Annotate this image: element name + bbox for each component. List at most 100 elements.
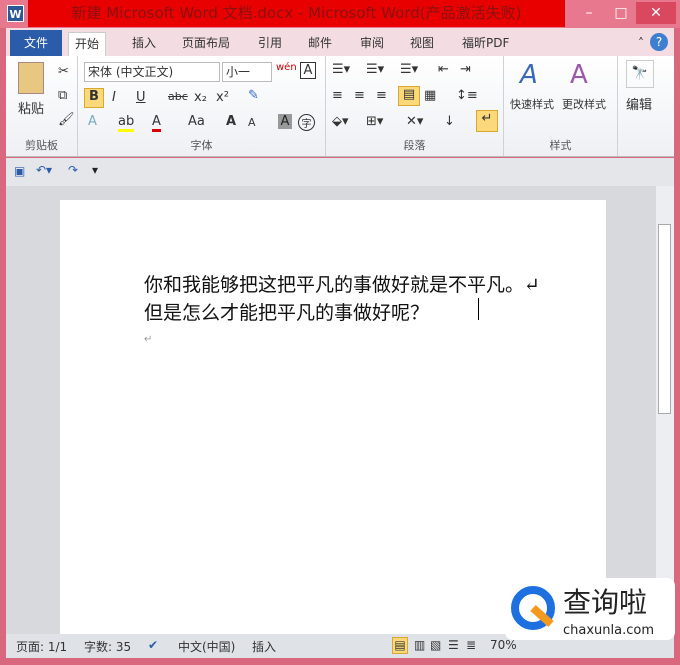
shrink-font-button[interactable]: A	[248, 116, 256, 129]
tab-home[interactable]: 开始	[68, 32, 107, 56]
phonetic-guide-icon[interactable]: wén	[276, 62, 297, 73]
title-bar: W 新建 Microsoft Word 文档.docx - Microsoft …	[0, 0, 680, 28]
align-center-icon[interactable]: ≡	[354, 88, 365, 103]
tab-references[interactable]: 引用	[252, 32, 288, 56]
underline-button[interactable]: U	[136, 90, 146, 105]
decrease-indent-icon[interactable]: ⇤	[438, 62, 449, 77]
help-icon[interactable]: ?	[650, 33, 668, 51]
asian-layout-icon[interactable]: ✕▾	[406, 114, 423, 129]
change-styles-button[interactable]: 更改样式	[562, 96, 606, 112]
highlight-icon[interactable]: ab	[118, 114, 135, 132]
justify-icon[interactable]: ▤	[398, 86, 420, 106]
customize-qat-icon[interactable]: ▾	[92, 163, 98, 177]
grow-font-button[interactable]: A	[226, 114, 236, 129]
strikethrough-button[interactable]: abc	[168, 90, 188, 103]
minimize-button[interactable]: –	[574, 2, 604, 24]
editing-button[interactable]: 编辑	[626, 94, 652, 113]
tab-review[interactable]: 审阅	[354, 32, 390, 56]
insert-mode[interactable]: 插入	[252, 638, 276, 655]
change-case-button[interactable]: Aa	[188, 114, 205, 129]
word-app-icon[interactable]: W	[7, 5, 24, 22]
font-group: 宋体 (中文正文) 小一 wén A B I U abc x₂ x² ✎ A a…	[78, 56, 326, 156]
svg-text:chaxunla.com: chaxunla.com	[563, 623, 654, 638]
subscript-button[interactable]: x₂	[194, 90, 207, 105]
increase-indent-icon[interactable]: ⇥	[460, 62, 471, 77]
numbering-icon[interactable]: ☰▾	[366, 62, 384, 77]
proofing-icon[interactable]: ✔	[148, 638, 158, 652]
italic-button[interactable]: I	[112, 90, 116, 105]
quick-access-toolbar: ▣ ↶▾ ↷ ▾	[6, 158, 674, 186]
font-label: 字体	[190, 139, 213, 152]
quick-styles-icon[interactable]: A	[520, 60, 538, 90]
bold-button[interactable]: B	[84, 88, 104, 108]
line-spacing-icon[interactable]: ↕≡	[456, 88, 478, 103]
format-painter-icon[interactable]: 🖌	[58, 112, 75, 127]
word-count[interactable]: 字数: 35	[84, 638, 131, 655]
outline-icon[interactable]: ☰	[448, 638, 459, 652]
paragraph-mark-icon: ↵	[144, 334, 153, 345]
styles-group: A A 快速样式 更改样式 样式	[504, 56, 618, 156]
quick-styles-button[interactable]: 快速样式	[510, 96, 554, 112]
tab-view[interactable]: 视图	[404, 32, 440, 56]
clear-formatting-icon[interactable]: ✎	[248, 88, 259, 103]
superscript-button[interactable]: x²	[216, 90, 229, 105]
show-marks-icon[interactable]: ↵	[476, 110, 498, 132]
enclose-char-button[interactable]: 字	[298, 114, 315, 131]
web-layout-icon[interactable]: ▧	[430, 638, 441, 652]
document-line-1[interactable]: 你和我能够把这把平凡的事做好就是不平凡。↵	[144, 270, 540, 297]
svg-text:查询啦: 查询啦	[563, 586, 647, 619]
tab-foxit-pdf[interactable]: 福昕PDF	[456, 32, 515, 56]
document-area: 你和我能够把这把平凡的事做好就是不平凡。↵ 但是怎么才能把平凡的事做好呢？ ↵	[6, 186, 656, 640]
distributed-icon[interactable]: ▦	[424, 88, 436, 103]
change-styles-icon[interactable]: A	[570, 60, 588, 90]
paragraph-label: 段落	[403, 139, 426, 152]
align-left-icon[interactable]: ≡	[332, 88, 343, 103]
cut-icon[interactable]: ✂	[58, 64, 69, 79]
text-cursor	[478, 298, 479, 320]
ribbon-tabs: 文件 开始 插入 页面布局 引用 邮件 审阅 视图 福昕PDF ˄ ?	[6, 28, 674, 56]
redo-icon[interactable]: ↷	[68, 163, 78, 177]
collapse-ribbon-icon[interactable]: ˄	[632, 32, 650, 56]
tab-page-layout[interactable]: 页面布局	[176, 32, 236, 56]
tab-mailings[interactable]: 邮件	[302, 32, 338, 56]
tab-insert[interactable]: 插入	[126, 32, 162, 56]
maximize-button[interactable]: □	[606, 2, 636, 24]
shading-icon[interactable]: ⬙▾	[332, 114, 349, 129]
chaxunla-watermark-logo: 查询啦 chaxunla.com	[505, 578, 675, 640]
print-layout-icon[interactable]: ▤	[392, 637, 408, 654]
clipboard-label: 剪贴板	[25, 139, 58, 152]
undo-icon[interactable]: ↶▾	[36, 163, 52, 177]
bullets-icon[interactable]: ☰▾	[332, 62, 350, 77]
editing-group: 🔭 编辑	[618, 56, 668, 156]
multilevel-list-icon[interactable]: ☰▾	[400, 62, 418, 77]
sort-icon[interactable]: ↓	[444, 114, 455, 129]
language-status[interactable]: 中文(中国)	[178, 638, 235, 655]
full-screen-reading-icon[interactable]: ▥	[414, 638, 425, 652]
window-title: 新建 Microsoft Word 文档.docx - Microsoft Wo…	[28, 0, 565, 27]
ribbon: 粘贴 ✂ ⧉ 🖌 剪贴板 宋体 (中文正文) 小一 wén A B I U ab…	[6, 56, 674, 157]
char-border-icon[interactable]: A	[300, 62, 316, 79]
tab-file[interactable]: 文件	[10, 30, 62, 56]
page-count[interactable]: 页面: 1/1	[16, 638, 67, 655]
text-effects-icon[interactable]: A	[88, 114, 97, 129]
draft-icon[interactable]: ≣	[466, 638, 476, 652]
scrollbar-thumb[interactable]	[658, 224, 671, 414]
paragraph-group: ☰▾ ☰▾ ☰▾ ⇤ ⇥ ≡ ≡ ≡ ▤ ▦ ↕≡ ⬙▾ ⊞▾ ✕▾ ↓ ↵ 段…	[326, 56, 504, 156]
borders-icon[interactable]: ⊞▾	[366, 114, 383, 129]
font-name-select[interactable]: 宋体 (中文正文)	[84, 62, 220, 82]
paste-button[interactable]: 粘贴	[18, 98, 44, 117]
close-button[interactable]: ✕	[636, 2, 676, 24]
font-color-icon[interactable]: A	[152, 114, 161, 132]
char-shading-button[interactable]: A	[278, 114, 292, 129]
save-icon[interactable]: ▣	[14, 164, 25, 178]
copy-icon[interactable]: ⧉	[58, 88, 67, 103]
paste-icon[interactable]	[18, 62, 44, 94]
align-right-icon[interactable]: ≡	[376, 88, 387, 103]
document-line-2[interactable]: 但是怎么才能把平凡的事做好呢？	[144, 298, 429, 325]
vertical-scrollbar[interactable]	[656, 186, 674, 634]
clipboard-group: 粘贴 ✂ ⧉ 🖌 剪贴板	[6, 56, 78, 156]
find-icon[interactable]: 🔭	[626, 60, 654, 88]
font-size-select[interactable]: 小一	[222, 62, 272, 82]
zoom-level[interactable]: 70%	[490, 638, 517, 652]
document-page[interactable]: 你和我能够把这把平凡的事做好就是不平凡。↵ 但是怎么才能把平凡的事做好呢？ ↵	[60, 200, 606, 640]
